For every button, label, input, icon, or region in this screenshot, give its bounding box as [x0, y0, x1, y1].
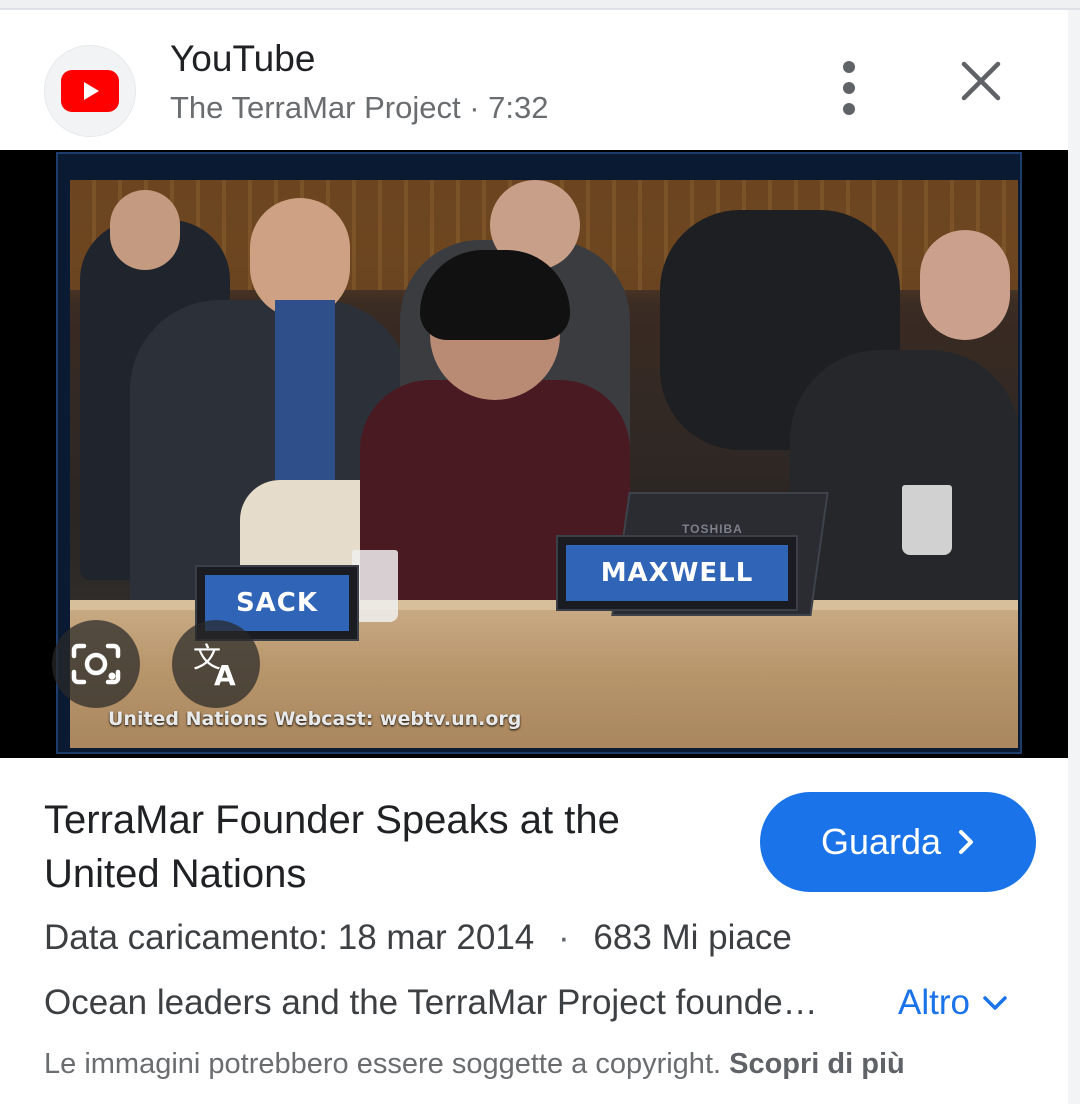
lens-search-icon[interactable] [52, 620, 140, 708]
copyright-text: Le immagini potrebbero essere soggette a… [44, 1048, 722, 1080]
video-thumbnail[interactable]: TOSHIBA SACK MAXWELL United Nations Webc… [0, 150, 1068, 758]
more-button[interactable]: Altro [898, 983, 1008, 1023]
subtitle-separator: · [469, 90, 480, 125]
laptop-brand-label: TOSHIBA [682, 522, 743, 536]
nameplate-maxwell: MAXWELL [556, 535, 798, 611]
watch-button-label: Guarda [820, 821, 942, 862]
more-vert-icon[interactable] [826, 50, 872, 126]
like-count: 683 Mi piace [593, 918, 792, 957]
watch-button[interactable]: Guarda [760, 792, 1036, 892]
close-icon[interactable] [950, 50, 1012, 112]
chevron-right-icon [959, 830, 974, 854]
result-header: YouTube The TerraMar Project · 7:32 [0, 10, 1068, 150]
svg-text:A: A [214, 659, 236, 687]
scrollbar-track[interactable] [1068, 10, 1080, 1104]
channel-name: The TerraMar Project [170, 90, 461, 125]
meta-separator: · [558, 918, 570, 957]
source-subtitle: The TerraMar Project · 7:32 [170, 90, 549, 126]
upload-date: Data caricamento: 18 mar 2014 [44, 918, 535, 957]
more-label: Altro [898, 983, 970, 1022]
webcast-watermark: United Nations Webcast: webtv.un.org [108, 708, 522, 730]
learn-more-link[interactable]: Scopri di più [729, 1048, 905, 1080]
source-name[interactable]: YouTube [170, 38, 315, 80]
youtube-logo-icon[interactable] [44, 45, 136, 137]
translate-icon[interactable]: 文 A [172, 620, 260, 708]
video-duration: 7:32 [488, 90, 549, 125]
chevron-down-icon [983, 996, 1007, 1010]
copyright-notice: Le immagini potrebbero essere soggette a… [44, 1048, 905, 1081]
video-meta: Data caricamento: 18 mar 2014 · 683 Mi p… [44, 918, 792, 958]
video-description: Ocean leaders and the TerraMar Project f… [44, 983, 818, 1022]
video-title[interactable]: TerraMar Founder Speaks at the United Na… [44, 793, 744, 901]
